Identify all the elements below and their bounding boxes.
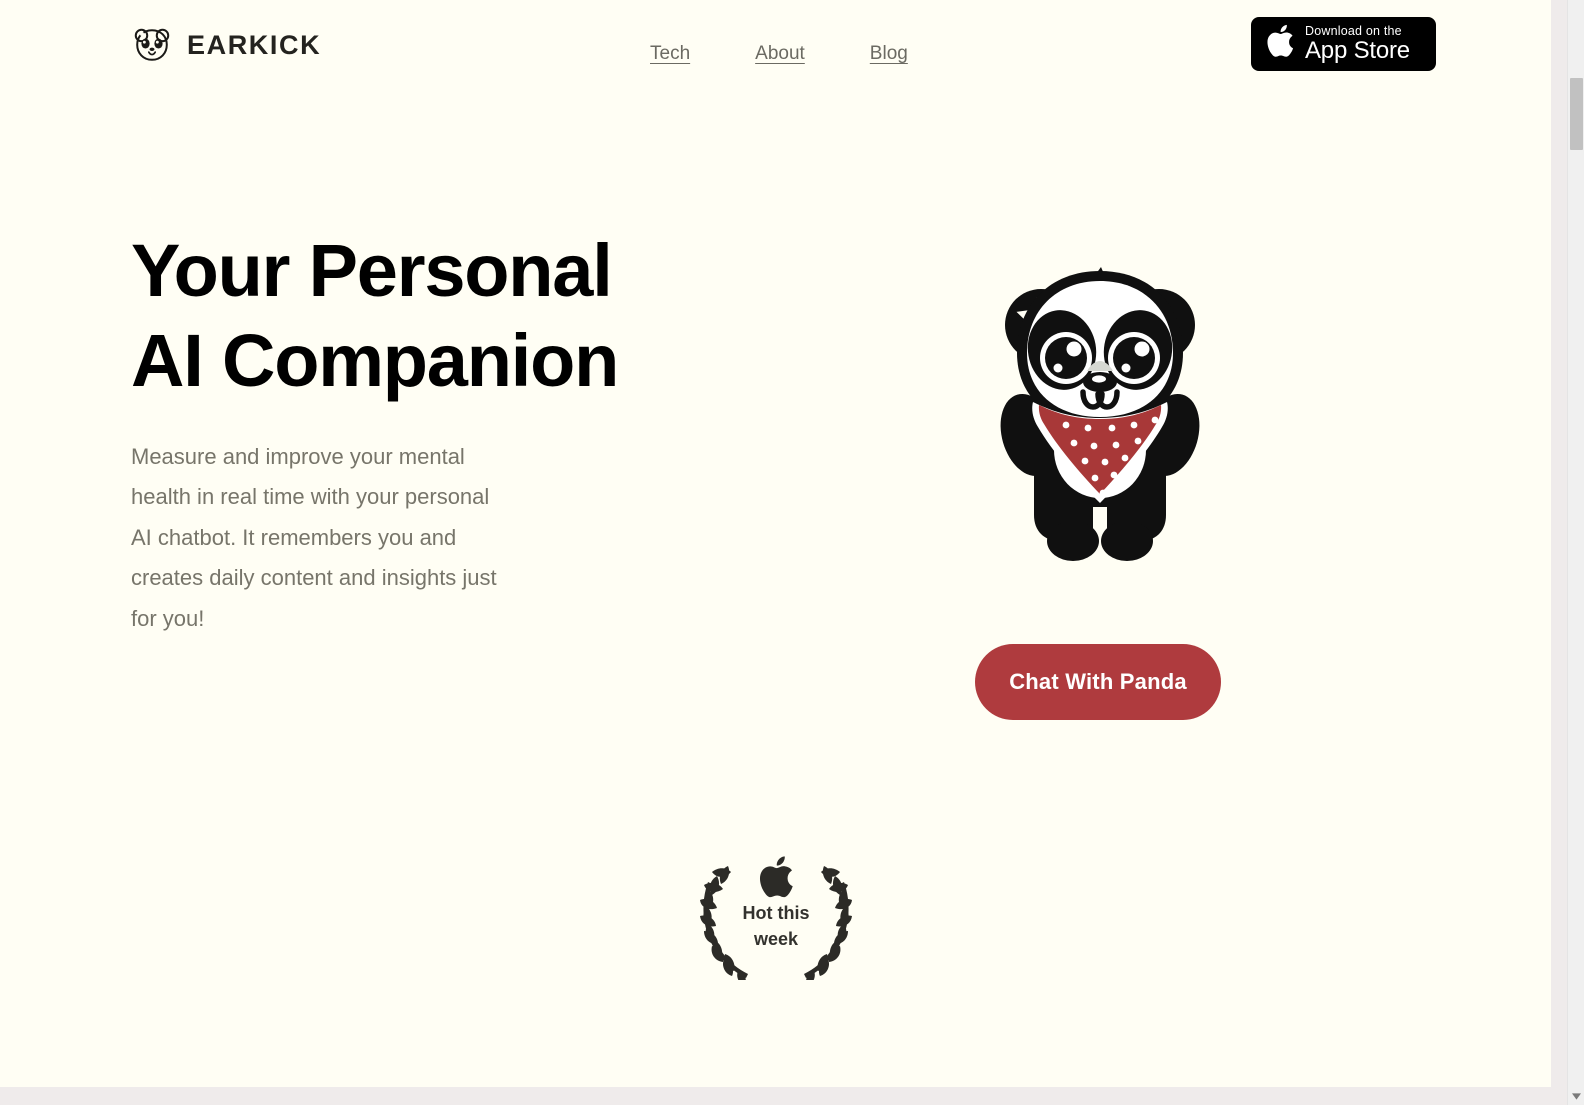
award-badge-content: Hot this week [686, 838, 866, 980]
vertical-scrollbar[interactable] [1567, 0, 1584, 1105]
chat-with-panda-button[interactable]: Chat With Panda [975, 644, 1221, 720]
main-navigation: Tech About Blog [650, 44, 908, 63]
app-store-labels: Download on the App Store [1305, 24, 1410, 63]
nav-link-about[interactable]: About [755, 44, 805, 63]
apple-logo-icon [756, 854, 796, 900]
brand-name: EARKICK [187, 29, 322, 60]
app-store-small-label: Download on the [1305, 24, 1402, 39]
scroll-down-arrow-icon[interactable] [1568, 1087, 1584, 1105]
nav-link-blog[interactable]: Blog [870, 44, 908, 63]
app-store-download-button[interactable]: Download on the App Store [1251, 17, 1436, 71]
apple-logo-icon [1265, 24, 1295, 61]
award-label-line1: Hot this [742, 903, 810, 923]
brand-logo[interactable]: EARKICK [131, 24, 321, 66]
scrollbar-thumb[interactable] [1570, 78, 1583, 150]
hero-subtitle: Measure and improve your mental health i… [131, 443, 497, 631]
panda-head-icon [131, 24, 173, 66]
nav-link-tech[interactable]: Tech [650, 44, 690, 63]
award-label-line2: week [753, 929, 799, 949]
app-store-big-label: App Store [1305, 37, 1410, 65]
panda-mascot-illustration [975, 245, 1225, 595]
site-header: EARKICK Tech About Blog Download on the … [0, 0, 1551, 92]
award-badge: Hot this week [686, 838, 866, 980]
page-canvas: EARKICK Tech About Blog Download on the … [0, 0, 1551, 1087]
page-title: Your Personal AI Companion [131, 229, 619, 403]
hero-section: Your Personal AI Companion Measure and i… [131, 226, 691, 639]
